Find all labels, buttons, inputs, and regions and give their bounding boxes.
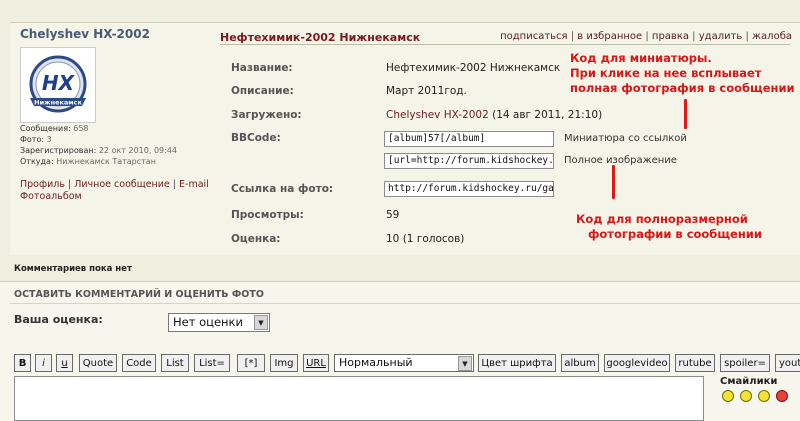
bbcode-thumbnail-field[interactable]: [album]57[/album] <box>384 131 554 147</box>
url-button[interactable]: URL <box>303 354 329 372</box>
photo-post-panel: Chelyshev HX-2002 НХ Нижнекамск Сообщени… <box>10 22 800 255</box>
bbcode-thumbnail-hint: Миниатюра со ссылкой <box>564 133 687 144</box>
stat-row: Зарегистрирован: 22 окт 2010, 09:44 <box>20 146 177 155</box>
comment-form: ОСТАВИТЬ КОММЕНТАРИЙ И ОЦЕНИТЬ ФОТО Ваша… <box>0 281 800 421</box>
views-value: 59 <box>386 209 400 221</box>
font-color-button[interactable]: Цвет шрифта <box>478 354 556 372</box>
album-button[interactable]: album <box>561 354 599 372</box>
favorite-link[interactable]: в избранное <box>577 31 642 42</box>
rating-value: 10 (1 голосов) <box>386 233 465 245</box>
photo-album-link[interactable]: Фотоальбом <box>20 191 82 202</box>
photo-actions: подписаться | в избранное | правка | уда… <box>500 31 792 42</box>
email-link[interactable]: E-mail <box>179 179 209 190</box>
bbcode-label: BBCode: <box>231 132 281 144</box>
your-rating-label: Ваша оценка: <box>14 313 103 326</box>
photo-link-label: Ссылка на фото: <box>231 183 334 195</box>
delete-link[interactable]: удалить <box>699 31 743 42</box>
report-link[interactable]: жалоба <box>752 31 792 42</box>
username-link[interactable]: Chelyshev HX-2002 <box>20 27 215 41</box>
name-value: Нефтехимик-2002 Нижнекамск <box>386 62 561 74</box>
image-button[interactable]: Img <box>270 354 298 372</box>
surprised-icon[interactable] <box>758 390 770 402</box>
googlevideo-button[interactable]: googlevideo <box>604 354 670 372</box>
upload-date: (14 авг 2011, 21:10) <box>492 109 603 121</box>
ordered-list-button[interactable]: List= <box>194 354 230 372</box>
quote-button[interactable]: Quote <box>79 354 117 372</box>
uploader-link[interactable]: Chelyshev HX-2002 <box>386 109 489 121</box>
spoiler-button[interactable]: spoiler= <box>720 354 770 372</box>
annotation-thumbnail-code: Код для миниатюры. При клике на нее вспл… <box>570 51 795 95</box>
description-label: Описание: <box>231 85 294 97</box>
divider <box>10 303 800 304</box>
logo-subtitle: Нижнекамск <box>34 99 82 107</box>
annotation-arrow <box>684 99 687 129</box>
chevron-down-icon: ▼ <box>458 356 472 371</box>
list-item-button[interactable]: [*] <box>237 354 265 372</box>
uploaded-label: Загружено: <box>231 109 302 121</box>
name-label: Название: <box>231 62 293 74</box>
italic-button[interactable]: i <box>35 354 52 372</box>
comment-form-header: ОСТАВИТЬ КОММЕНТАРИЙ И ОЦЕНИТЬ ФОТО <box>14 289 264 300</box>
views-label: Просмотры: <box>231 209 304 221</box>
photo-title[interactable]: Нефтехимик-2002 Нижнекамск <box>220 31 420 44</box>
sad-icon[interactable] <box>740 390 752 402</box>
smilies-label: Смайлики <box>720 376 778 387</box>
stat-row: Откуда: Нижнекамск Татарстан <box>20 157 156 166</box>
profile-link[interactable]: Профиль <box>20 179 65 190</box>
user-links: Профиль | Личное сообщение | E-mail Фото… <box>20 179 209 202</box>
user-profile-column: Chelyshev HX-2002 НХ Нижнекамск Сообщени… <box>20 23 215 202</box>
no-comments-text: Комментариев пока нет <box>14 264 132 274</box>
divider <box>220 44 790 45</box>
description-value: Март 2011год. <box>386 85 467 97</box>
code-button[interactable]: Code <box>122 354 156 372</box>
avatar: НХ Нижнекамск <box>20 47 96 123</box>
subscribe-link[interactable]: подписаться <box>500 31 567 42</box>
bbcode-full-field[interactable]: [url=http://forum.kidshockey.ru <box>384 153 554 169</box>
annotation-arrow <box>612 165 615 199</box>
hc-neftekhimik-logo-icon: НХ Нижнекамск <box>29 55 87 113</box>
comment-textarea[interactable] <box>14 376 704 421</box>
photo-link-field[interactable]: http://forum.kidshockey.ru/gall <box>384 181 554 197</box>
edit-link[interactable]: правка <box>652 31 689 42</box>
underline-button[interactable]: u <box>56 354 73 372</box>
chevron-down-icon: ▼ <box>254 315 268 330</box>
rating-select[interactable]: Нет оценки ▼ <box>168 313 270 332</box>
rating-label: Оценка: <box>231 233 281 245</box>
stat-row: Фото: 3 <box>20 135 52 144</box>
private-message-link[interactable]: Личное сообщение <box>74 179 170 190</box>
photo-details: Нефтехимик-2002 Нижнекамск подписаться |… <box>220 23 800 255</box>
angry-icon[interactable] <box>776 390 788 402</box>
smile-icon[interactable] <box>722 390 734 402</box>
logo-text: НХ <box>42 71 76 95</box>
stat-row: Сообщения: 658 <box>20 124 89 133</box>
bbcode-full-hint: Полное изображение <box>564 155 677 166</box>
bold-button[interactable]: B <box>14 354 31 372</box>
list-button[interactable]: List <box>161 354 189 372</box>
rutube-button[interactable]: rutube <box>675 354 715 372</box>
uploaded-value: Chelyshev HX-2002 (14 авг 2011, 21:10) <box>386 109 602 121</box>
youtube-button[interactable]: yout <box>775 354 800 372</box>
font-size-select[interactable]: Нормальный ▼ <box>334 354 474 372</box>
annotation-full-code: Код для полноразмерной фотографии в сооб… <box>576 212 762 241</box>
user-stats: Сообщения: 658 Фото: 3 Зарегистрирован: … <box>20 123 177 167</box>
